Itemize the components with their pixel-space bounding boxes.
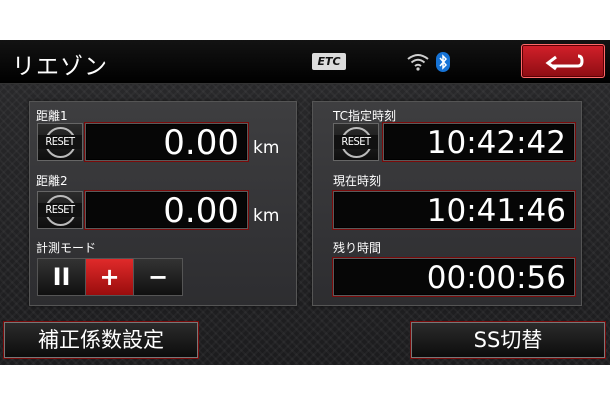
plus-button[interactable]: + [86, 259, 134, 295]
current-time-label: 現在時刻 [333, 174, 382, 188]
return-arrow-icon [545, 54, 584, 71]
distance2-value: 0.00 [85, 191, 248, 230]
correction-coefficient-button[interactable]: 補正係数設定 [4, 322, 198, 358]
tc-time-reset-button[interactable]: RESET [333, 123, 379, 161]
minus-button[interactable]: − [134, 259, 182, 295]
tc-time-value: 10:42:42 [383, 123, 575, 161]
header-bar: リエゾン ETC [0, 40, 610, 84]
remaining-time-value: 00:00:56 [333, 258, 575, 296]
distance2-reset-button[interactable]: RESET [37, 191, 83, 229]
app-title: リエゾン [12, 54, 108, 80]
pause-button[interactable]: II [38, 259, 86, 295]
bluetooth-icon [436, 52, 450, 72]
measure-mode-label: 計測モード [36, 241, 97, 255]
distance2-label: 距離2 [36, 174, 68, 188]
distance1-reset-button[interactable]: RESET [37, 123, 83, 161]
current-time-value: 10:41:46 [333, 191, 575, 229]
distance1-unit: km [253, 138, 280, 158]
back-button[interactable] [521, 44, 605, 78]
reset-label: RESET [334, 135, 378, 149]
etc-badge: ETC [312, 53, 346, 70]
reset-label: RESET [38, 135, 82, 149]
ss-switch-button[interactable]: SS切替 [411, 322, 605, 358]
wifi-icon [407, 54, 429, 71]
time-panel: TC指定時刻 RESET 10:42:42 現在時刻 10:41:46 残り時間… [312, 101, 582, 306]
reset-label: RESET [38, 203, 82, 217]
remaining-time-label: 残り時間 [333, 241, 382, 255]
measure-mode-group: II + − [37, 258, 183, 296]
distance1-label: 距離1 [36, 109, 68, 123]
distance1-value: 0.00 [85, 123, 248, 162]
distance2-unit: km [253, 206, 280, 226]
screen: リエゾン ETC 距離1 RESET 0.00 km 距離2 RESET 0.0… [0, 40, 610, 365]
tc-time-label: TC指定時刻 [333, 109, 397, 123]
distance-panel: 距離1 RESET 0.00 km 距離2 RESET 0.00 km 計測モー… [29, 101, 297, 306]
